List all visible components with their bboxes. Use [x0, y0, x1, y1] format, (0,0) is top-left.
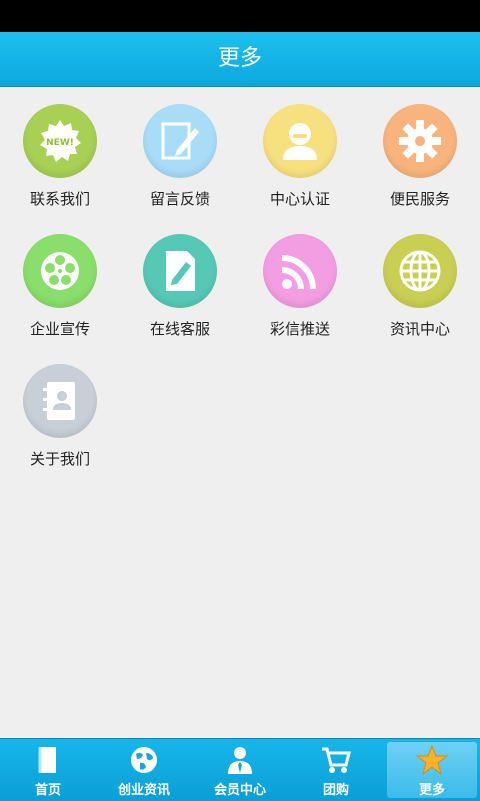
- menu-item-contact[interactable]: NEW! 联系我们: [0, 96, 120, 216]
- menu-item-promo[interactable]: 企业宣传: [0, 226, 120, 346]
- menu-item-label: 资讯中心: [389, 320, 450, 338]
- tab-label: 首页: [34, 783, 61, 798]
- tab-member-center[interactable]: 会员中心: [192, 739, 288, 801]
- menu-item-service-online[interactable]: 在线客服: [120, 226, 240, 346]
- status-bar: [0, 0, 480, 32]
- menu-item-label: 中心认证: [269, 190, 330, 208]
- tab-label: 团购: [322, 783, 349, 798]
- gear-icon: [383, 104, 457, 178]
- menu-item-services[interactable]: 便民服务: [360, 96, 480, 216]
- tab-more[interactable]: 更多: [387, 742, 477, 798]
- menu-item-label: 便民服务: [389, 190, 450, 208]
- menu-item-label: 彩信推送: [269, 320, 330, 338]
- page-title: 更多: [0, 32, 480, 87]
- cart-icon: [322, 747, 351, 773]
- tab-label: 更多: [418, 783, 445, 798]
- tab-group-buy[interactable]: 团购: [288, 739, 384, 801]
- menu-item-label: 企业宣传: [29, 320, 90, 338]
- member-icon: [228, 747, 252, 774]
- book-icon: [38, 747, 56, 773]
- globe-icon: [383, 234, 457, 308]
- menu-item-label: 关于我们: [29, 450, 90, 468]
- bottom-tab-bar: 首页 创业资讯 会员中心 团购 更多: [0, 738, 480, 801]
- menu-item-mms[interactable]: 彩信推送: [240, 226, 360, 346]
- svg-text:NEW!: NEW!: [46, 138, 74, 148]
- menu-item-verify[interactable]: 中心认证: [240, 96, 360, 216]
- address-book-icon: [23, 364, 97, 438]
- new-badge-icon: NEW!: [23, 104, 97, 178]
- menu-item-label: 留言反馈: [149, 190, 210, 208]
- tab-business-news[interactable]: 创业资讯: [96, 739, 192, 801]
- menu-item-feedback[interactable]: 留言反馈: [120, 96, 240, 216]
- star-icon: [416, 745, 448, 775]
- menu-item-label: 联系我们: [29, 190, 90, 208]
- rss-icon: [263, 234, 337, 308]
- menu-item-news[interactable]: 资讯中心: [360, 226, 480, 346]
- menu-item-about[interactable]: 关于我们: [0, 356, 120, 476]
- globe-icon: [131, 747, 157, 773]
- tab-label: 创业资讯: [117, 783, 170, 798]
- document-edit-icon: [143, 234, 217, 308]
- user-icon: [263, 104, 337, 178]
- menu-item-label: 在线客服: [149, 320, 210, 338]
- tab-home[interactable]: 首页: [0, 739, 96, 801]
- edit-icon: [143, 104, 217, 178]
- tab-label: 会员中心: [213, 783, 266, 798]
- film-reel-icon: [23, 234, 97, 308]
